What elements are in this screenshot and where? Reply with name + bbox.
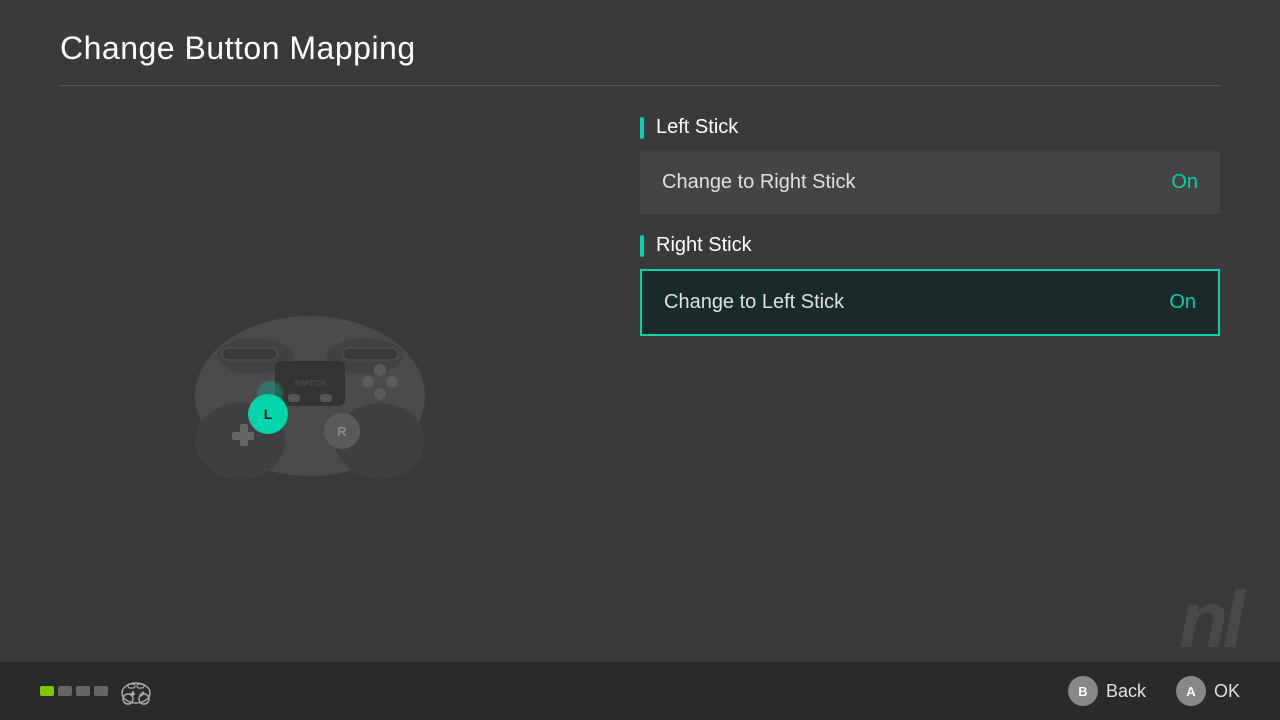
ok-label: OK — [1214, 681, 1240, 702]
back-action[interactable]: B Back — [1068, 676, 1146, 706]
right-stick-title: Right Stick — [656, 234, 752, 257]
change-to-right-stick-value: On — [1171, 171, 1198, 194]
bottom-right: B Back A OK — [1068, 676, 1240, 706]
change-to-left-stick-option[interactable]: Change to Left Stick On — [640, 269, 1220, 336]
left-stick-section: Left Stick Change to Right Stick On — [640, 116, 1220, 214]
controller-small-icon — [118, 673, 154, 709]
dot-4 — [94, 686, 108, 696]
header: Change Button Mapping — [0, 0, 1280, 86]
section-bar-left — [640, 117, 644, 139]
svg-text:R: R — [337, 424, 347, 439]
bottom-bar: B Back A OK — [0, 662, 1280, 720]
controller-svg: SWITCH L R — [180, 286, 440, 486]
section-bar-right — [640, 235, 644, 257]
a-button-icon: A — [1176, 676, 1206, 706]
change-to-left-stick-label: Change to Left Stick — [664, 291, 844, 314]
back-label: Back — [1106, 681, 1146, 702]
left-stick-title: Left Stick — [656, 116, 738, 139]
watermark: nl — [1179, 580, 1240, 660]
ok-action[interactable]: A OK — [1176, 676, 1240, 706]
page-title: Change Button Mapping — [60, 30, 1220, 67]
right-stick-section-header: Right Stick — [640, 234, 1220, 257]
dot-2 — [58, 686, 72, 696]
indicator-dots — [40, 686, 108, 696]
change-to-right-stick-option[interactable]: Change to Right Stick On — [640, 151, 1220, 214]
left-panel: SWITCH L R — [0, 86, 620, 686]
svg-text:SWITCH: SWITCH — [294, 379, 326, 388]
change-to-right-stick-label: Change to Right Stick — [662, 171, 855, 194]
bottom-left — [40, 673, 154, 709]
main-content: SWITCH L R — [0, 86, 1280, 686]
dot-1 — [40, 686, 54, 696]
change-to-left-stick-value: On — [1169, 291, 1196, 314]
right-stick-section: Right Stick Change to Left Stick On — [640, 234, 1220, 336]
controller-image: SWITCH L R — [180, 286, 440, 486]
left-stick-section-header: Left Stick — [640, 116, 1220, 139]
svg-text:L: L — [264, 406, 273, 422]
dot-3 — [76, 686, 90, 696]
b-button-icon: B — [1068, 676, 1098, 706]
